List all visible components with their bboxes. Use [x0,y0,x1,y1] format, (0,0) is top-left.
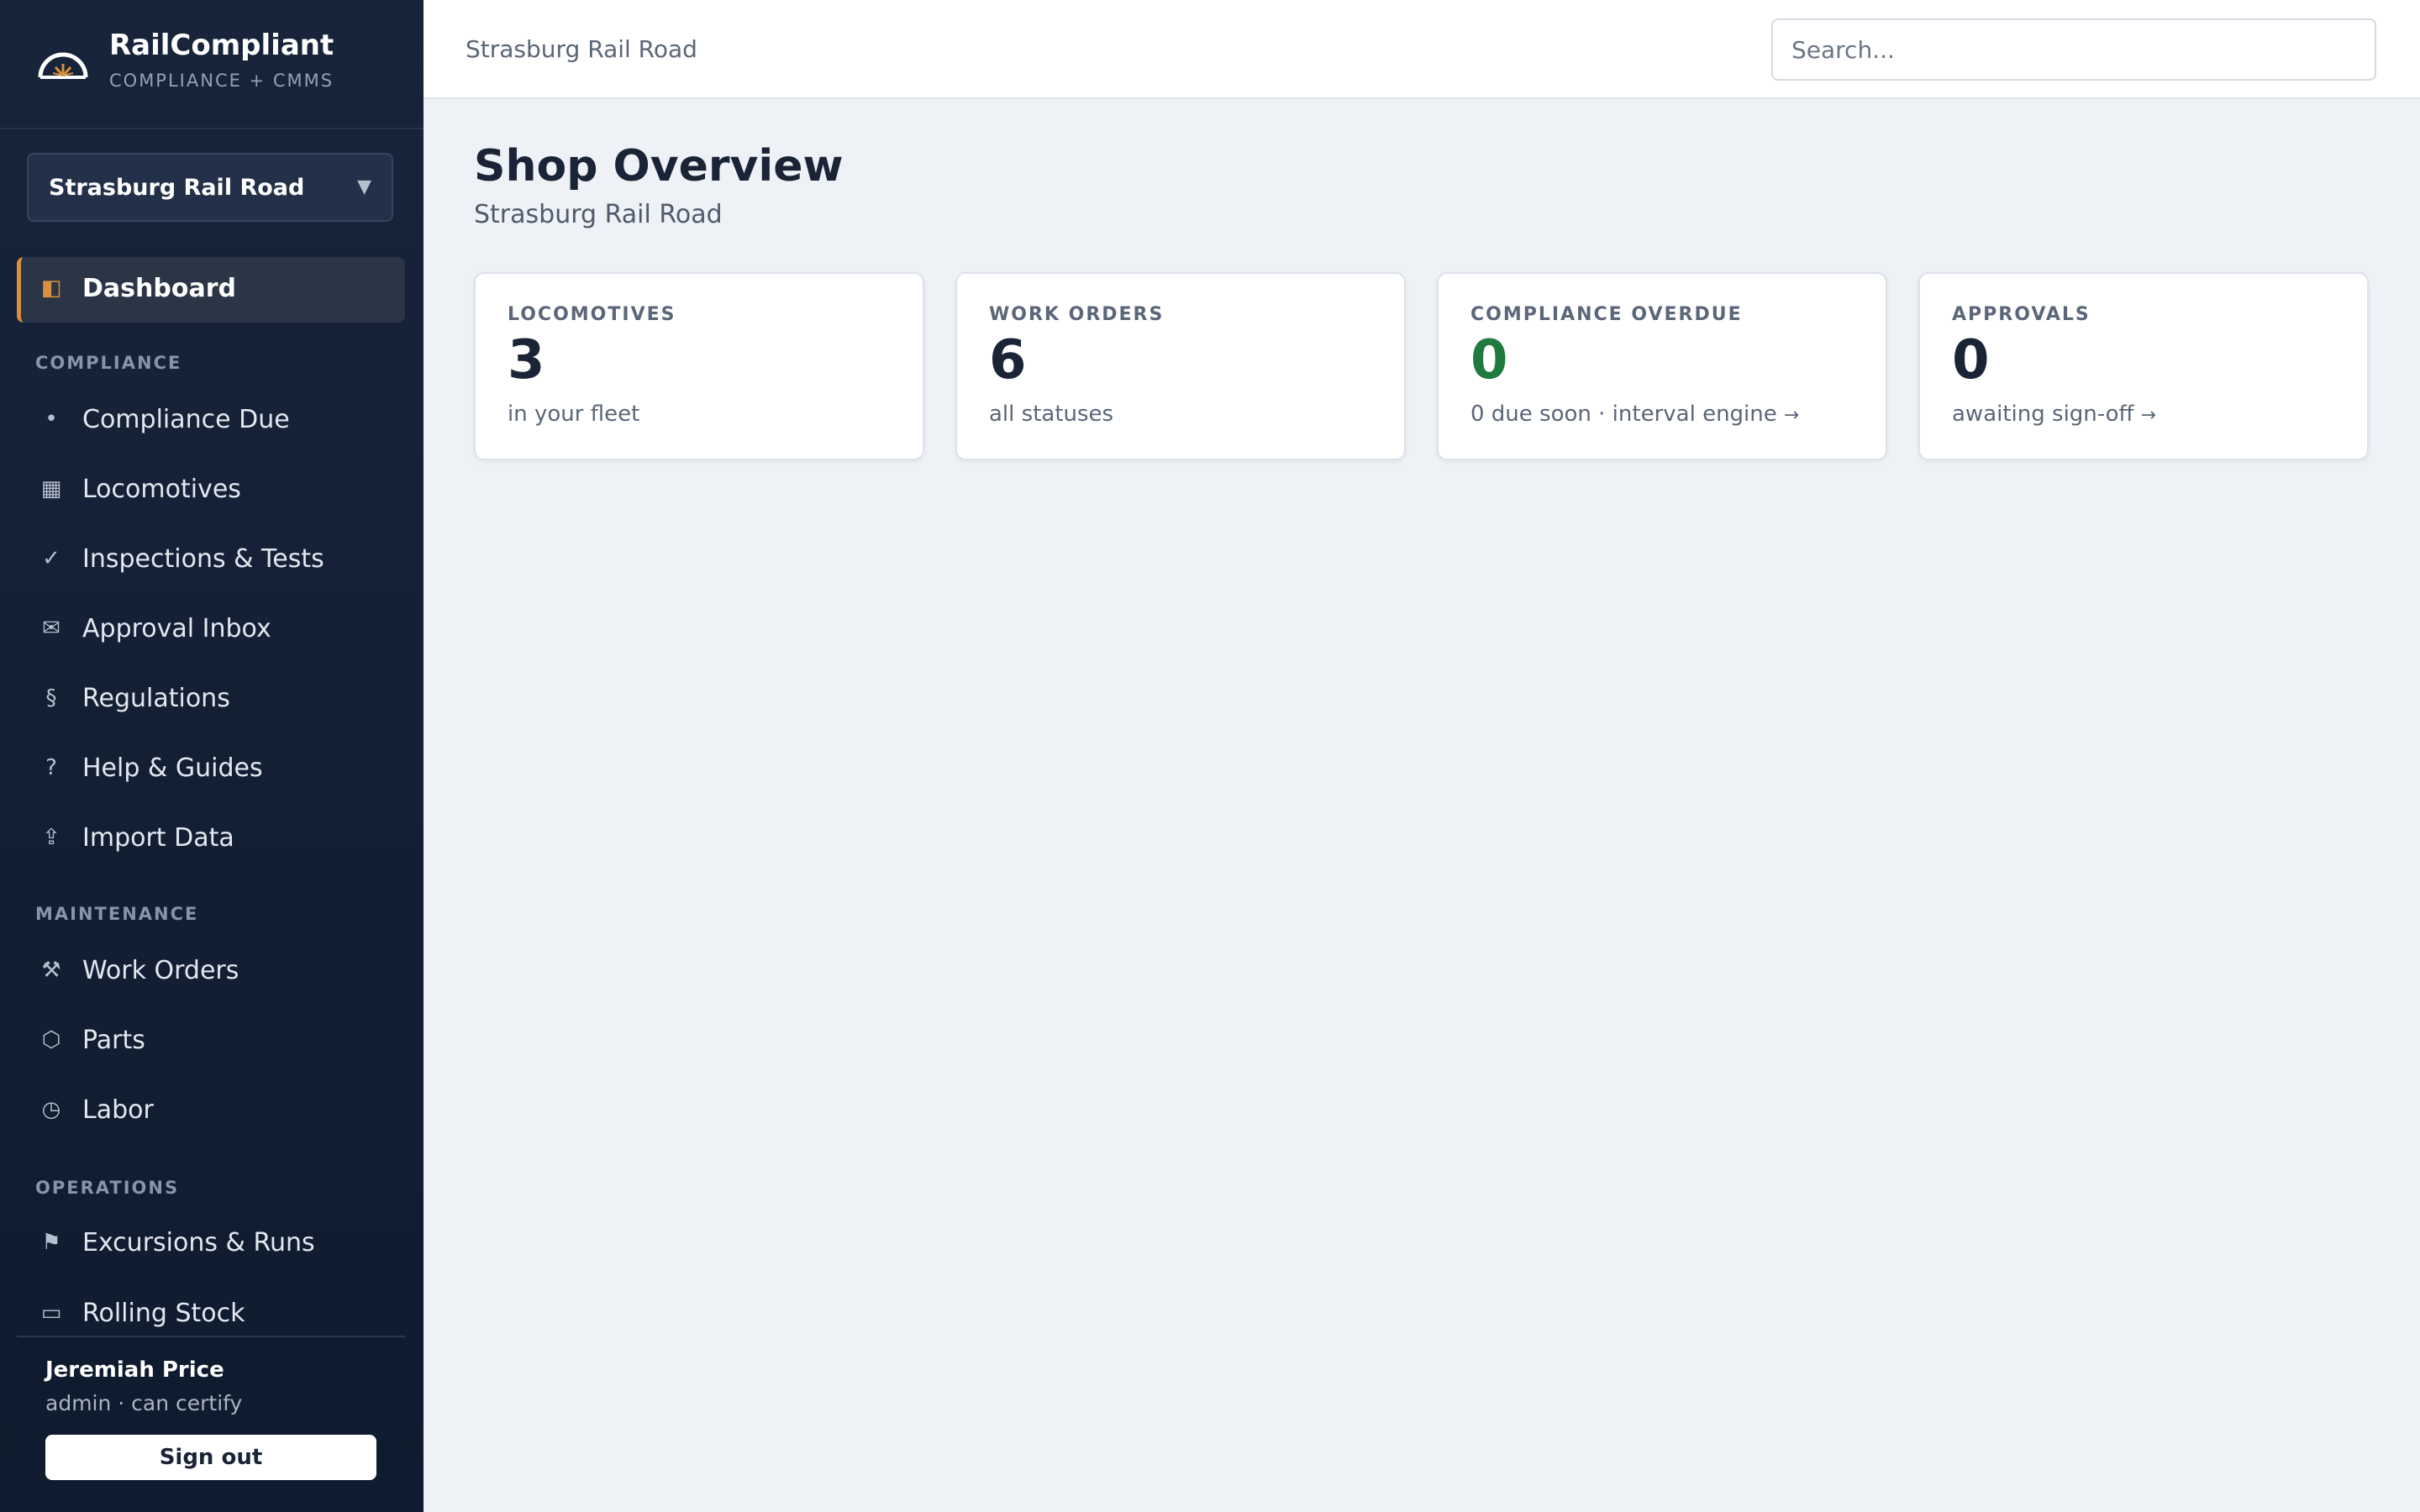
arrow-right-icon: → [2140,405,2156,426]
sidebar-item-help-guides[interactable]: ? Help & Guides [17,737,405,802]
caret-down-icon: ▼ [357,176,371,197]
sidebar-item-parts[interactable]: ⬡ Parts [17,1009,405,1074]
stat-card-note: awaiting sign-off → [1952,402,2156,427]
envelope-icon: ✉ [42,616,60,641]
sidebar-item-regulations[interactable]: § Regulations [17,667,405,732]
grid-icon: ▦ [40,476,62,501]
upload-icon: ⇪ [42,825,60,850]
stat-card-note-text: awaiting sign-off [1952,402,2134,427]
sidebar-item-inspections-tests[interactable]: ✓ Inspections & Tests [17,528,405,593]
sidebar-item-label: Excursions & Runs [82,1228,315,1257]
sidebar-item-label: Help & Guides [82,753,263,783]
sidebar-item-label: Rolling Stock [82,1299,245,1328]
stat-card-note: 0 due soon · interval engine → [1470,402,1799,427]
railroad-select[interactable]: Strasburg Rail Road ▼ [27,153,393,222]
railroad-select-value: Strasburg Rail Road [49,175,305,201]
clock-icon: ◷ [41,1097,61,1122]
brand[interactable]: RailCompliant COMPLIANCE + CMMS [0,0,424,129]
user-name: Jeremiah Price [45,1357,224,1383]
hexagon-icon: ⬡ [41,1027,61,1053]
dashboard-icon: ◧ [40,276,62,301]
sidebar-item-approval-inbox[interactable]: ✉ Approval Inbox [17,597,405,663]
stat-card-work-orders[interactable]: WORK ORDERS 6 all statuses [955,272,1406,460]
railroad-gauge-logo-icon [38,52,88,79]
user-role: admin · can certify [45,1391,243,1415]
sign-out-button[interactable]: Sign out [45,1435,376,1480]
sidebar-item-excursions-runs[interactable]: ⚑ Excursions & Runs [17,1211,405,1277]
stat-card-note: in your fleet [508,402,639,427]
arrow-right-icon: → [1783,405,1800,426]
topbar: Strasburg Rail Road [424,0,2420,99]
sidebar-item-work-orders[interactable]: ⚒ Work Orders [17,939,405,1005]
stat-card-note-text: all statuses [989,402,1114,427]
sidebar-item-label: Dashboard [82,274,236,303]
breadcrumb[interactable]: Strasburg Rail Road [466,35,697,63]
sidebar: RailCompliant COMPLIANCE + CMMS Strasbur… [0,0,424,1512]
stat-card-compliance-overdue[interactable]: COMPLIANCE OVERDUE 0 0 due soon · interv… [1437,272,1887,460]
sidebar-item-label: Import Data [82,823,234,853]
stat-card-value: 6 [989,329,1027,391]
sidebar-item-dashboard[interactable]: ◧ Dashboard [17,257,405,323]
sidebar-item-import-data[interactable]: ⇪ Import Data [17,806,405,872]
stat-card-note-text: 0 due soon · interval engine [1470,402,1777,427]
stat-card-note: all statuses [989,402,1113,427]
sidebar-item-label: Parts [82,1026,145,1055]
page-subtitle: Strasburg Rail Road [474,200,723,229]
stat-card-approvals[interactable]: APPROVALS 0 awaiting sign-off → [1918,272,2369,460]
user-panel: Jeremiah Price admin · can certify Sign … [17,1336,405,1512]
sidebar-item-label: Approval Inbox [82,614,271,643]
sidebar-item-label: Inspections & Tests [82,544,324,574]
sidebar-item-label: Compliance Due [82,405,290,434]
sidebar-item-label: Regulations [82,684,230,713]
sidebar-item-label: Work Orders [82,956,239,985]
stat-card-label: COMPLIANCE OVERDUE [1470,304,1743,325]
stat-card-label: LOCOMOTIVES [508,304,676,325]
nav-section-compliance: COMPLIANCE [35,353,182,373]
hammer-pick-icon: ⚒ [41,958,61,983]
sidebar-item-label: Locomotives [82,475,241,504]
stat-card-value: 0 [1952,329,1990,391]
nav-section-maintenance: MAINTENANCE [35,904,199,924]
stat-card-value: 3 [508,329,545,391]
sidebar-item-labor[interactable]: ◷ Labor [17,1079,405,1144]
section-icon: § [45,685,57,711]
stat-card-label: APPROVALS [1952,304,2091,325]
checkmark-icon: ✓ [42,546,60,571]
stat-card-note-text: in your fleet [508,402,640,427]
flag-icon: ⚑ [41,1230,61,1255]
app-tagline: COMPLIANCE + CMMS [109,71,334,91]
stat-card-label: WORK ORDERS [989,304,1165,325]
search-input[interactable] [1771,18,2376,81]
app-name: RailCompliant [109,29,334,62]
stat-card-locomotives[interactable]: LOCOMOTIVES 3 in your fleet [474,272,924,460]
sidebar-item-compliance-due[interactable]: • Compliance Due [17,388,405,454]
railcar-icon: ▭ [40,1300,62,1326]
bullet-icon: • [45,407,58,432]
sidebar-item-label: Labor [82,1095,154,1125]
question-icon: ? [45,755,57,780]
nav-section-operations: OPERATIONS [35,1178,180,1198]
stat-card-value: 0 [1470,329,1508,391]
sidebar-item-locomotives[interactable]: ▦ Locomotives [17,458,405,523]
page-title: Shop Overview [474,141,844,192]
